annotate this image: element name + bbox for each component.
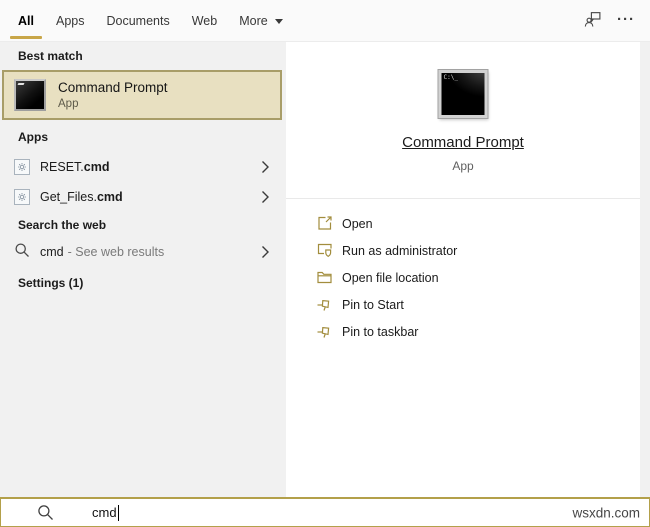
action-label: Run as administrator — [342, 243, 458, 258]
best-match-text: Command Prompt App — [58, 80, 168, 110]
scrollbar-track[interactable] — [640, 42, 650, 497]
search-flyout-window: All Apps Documents Web More ··· Best mat… — [0, 0, 650, 527]
search-icon — [14, 242, 30, 263]
tab-web-label: Web — [191, 14, 218, 28]
action-list: Open Run as administrator Open file loca… — [286, 210, 640, 345]
result-get-files-cmd[interactable]: Get_Files.cmd — [0, 182, 286, 212]
tab-more[interactable]: More — [239, 0, 283, 42]
cmd-file-icon — [14, 189, 30, 205]
tab-bar-actions: ··· — [584, 0, 635, 42]
pin-icon — [315, 323, 333, 340]
pin-icon — [315, 296, 333, 313]
feedback-icon[interactable] — [584, 10, 602, 33]
shield-window-icon — [315, 242, 333, 259]
result-label: cmd - See web results — [40, 245, 165, 259]
best-match-subtitle: App — [58, 98, 79, 110]
action-open-file-location[interactable]: Open file location — [286, 264, 640, 291]
command-prompt-icon — [14, 79, 46, 111]
results-panel: Best match Command Prompt App Apps RESET… — [0, 42, 286, 497]
action-pin-to-start[interactable]: Pin to Start — [286, 291, 640, 318]
best-match-header: Best match — [18, 49, 83, 63]
search-query-text: cmd — [92, 505, 117, 520]
chevron-right-icon[interactable] — [261, 245, 270, 259]
folder-icon — [315, 269, 333, 286]
settings-header: Settings (1) — [18, 276, 84, 290]
tab-more-label: More — [239, 14, 268, 28]
tab-apps[interactable]: Apps — [56, 0, 85, 42]
tab-documents-label: Documents — [106, 14, 170, 28]
command-prompt-large-icon: C:\_ — [438, 70, 488, 118]
action-pin-to-taskbar[interactable]: Pin to taskbar — [286, 318, 640, 345]
tab-bar: All Apps Documents Web More ··· — [0, 0, 650, 42]
preview-subtitle: App — [452, 159, 474, 173]
tab-list: All Apps Documents Web More — [10, 0, 283, 42]
tab-web[interactable]: Web — [192, 0, 217, 42]
search-input[interactable]: cmd — [92, 504, 119, 521]
preview-panel: C:\_ Command Prompt App Open Run as admi… — [286, 42, 640, 497]
chevron-right-icon[interactable] — [261, 190, 270, 204]
search-the-web-header: Search the web — [18, 218, 107, 232]
action-run-as-administrator[interactable]: Run as administrator — [286, 237, 640, 264]
web-result-hint: - See web results — [67, 245, 165, 259]
icon-prompt-text: C:\_ — [443, 74, 458, 81]
launch-icon — [315, 215, 333, 232]
result-label: RESET.cmd — [40, 160, 110, 174]
preview-title[interactable]: Command Prompt — [286, 134, 640, 151]
caret-down-icon — [274, 18, 283, 24]
action-label: Open file location — [342, 270, 439, 285]
action-label: Pin to taskbar — [342, 324, 419, 339]
cmd-file-icon — [14, 159, 30, 175]
action-label: Open — [342, 216, 373, 231]
chevron-right-icon[interactable] — [261, 160, 270, 174]
tab-all[interactable]: All — [10, 0, 42, 42]
more-options-icon[interactable]: ··· — [617, 12, 635, 31]
apps-header: Apps — [18, 130, 48, 144]
search-bar[interactable]: cmd wsxdn.com — [0, 497, 650, 527]
search-icon — [37, 504, 54, 521]
result-label: Get_Files.cmd — [40, 190, 123, 204]
result-web-cmd[interactable]: cmd - See web results — [0, 237, 286, 267]
best-match-title: Command Prompt — [58, 80, 168, 95]
tab-apps-label: Apps — [55, 14, 85, 28]
text-caret — [117, 504, 119, 521]
best-match-result-command-prompt[interactable]: Command Prompt App — [2, 70, 282, 120]
tab-documents[interactable]: Documents — [106, 0, 169, 42]
watermark-text: wsxdn.com — [572, 505, 640, 520]
action-open[interactable]: Open — [286, 210, 640, 237]
tab-all-label: All — [18, 14, 34, 28]
preview-separator — [286, 198, 640, 199]
action-label: Pin to Start — [342, 297, 404, 312]
result-reset-cmd[interactable]: RESET.cmd — [0, 152, 286, 182]
